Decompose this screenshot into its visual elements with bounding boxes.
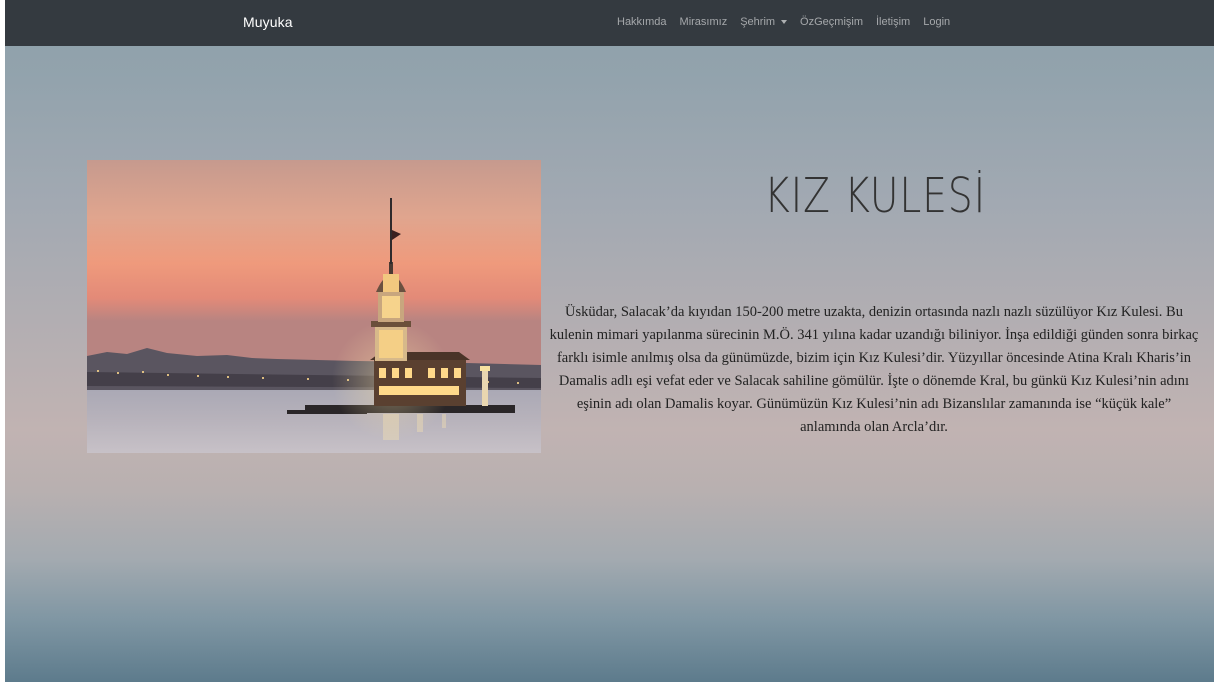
page-background: Muyuka Hakkımda Mirasımız Şehrim ÖzGeçmi…: [5, 0, 1214, 682]
nav-links: Hakkımda Mirasımız Şehrim ÖzGeçmişim İle…: [617, 16, 963, 28]
nav-link-mirasimiz[interactable]: Mirasımız: [680, 16, 728, 28]
top-navbar: Muyuka Hakkımda Mirasımız Şehrim ÖzGeçmi…: [5, 0, 1214, 46]
page-title: KIZ KULESİ: [763, 168, 987, 224]
nav-link-ozgecmisim[interactable]: ÖzGeçmişim: [800, 16, 863, 28]
nav-link-iletisim[interactable]: İletişim: [876, 16, 910, 28]
caret-down-icon: [781, 20, 788, 24]
maiden-tower-photo: [87, 160, 541, 453]
nav-link-hakkimda[interactable]: Hakkımda: [617, 16, 667, 28]
brand-logo-link[interactable]: Muyuka: [243, 14, 293, 30]
nav-link-login[interactable]: Login: [923, 16, 950, 28]
nav-dropdown-sehrim-label: Şehrim: [740, 16, 776, 28]
description-paragraph: Üsküdar, Salacak’da kıyıdan 150-200 metr…: [549, 303, 1199, 435]
nav-dropdown-sehrim[interactable]: Şehrim: [740, 16, 788, 28]
